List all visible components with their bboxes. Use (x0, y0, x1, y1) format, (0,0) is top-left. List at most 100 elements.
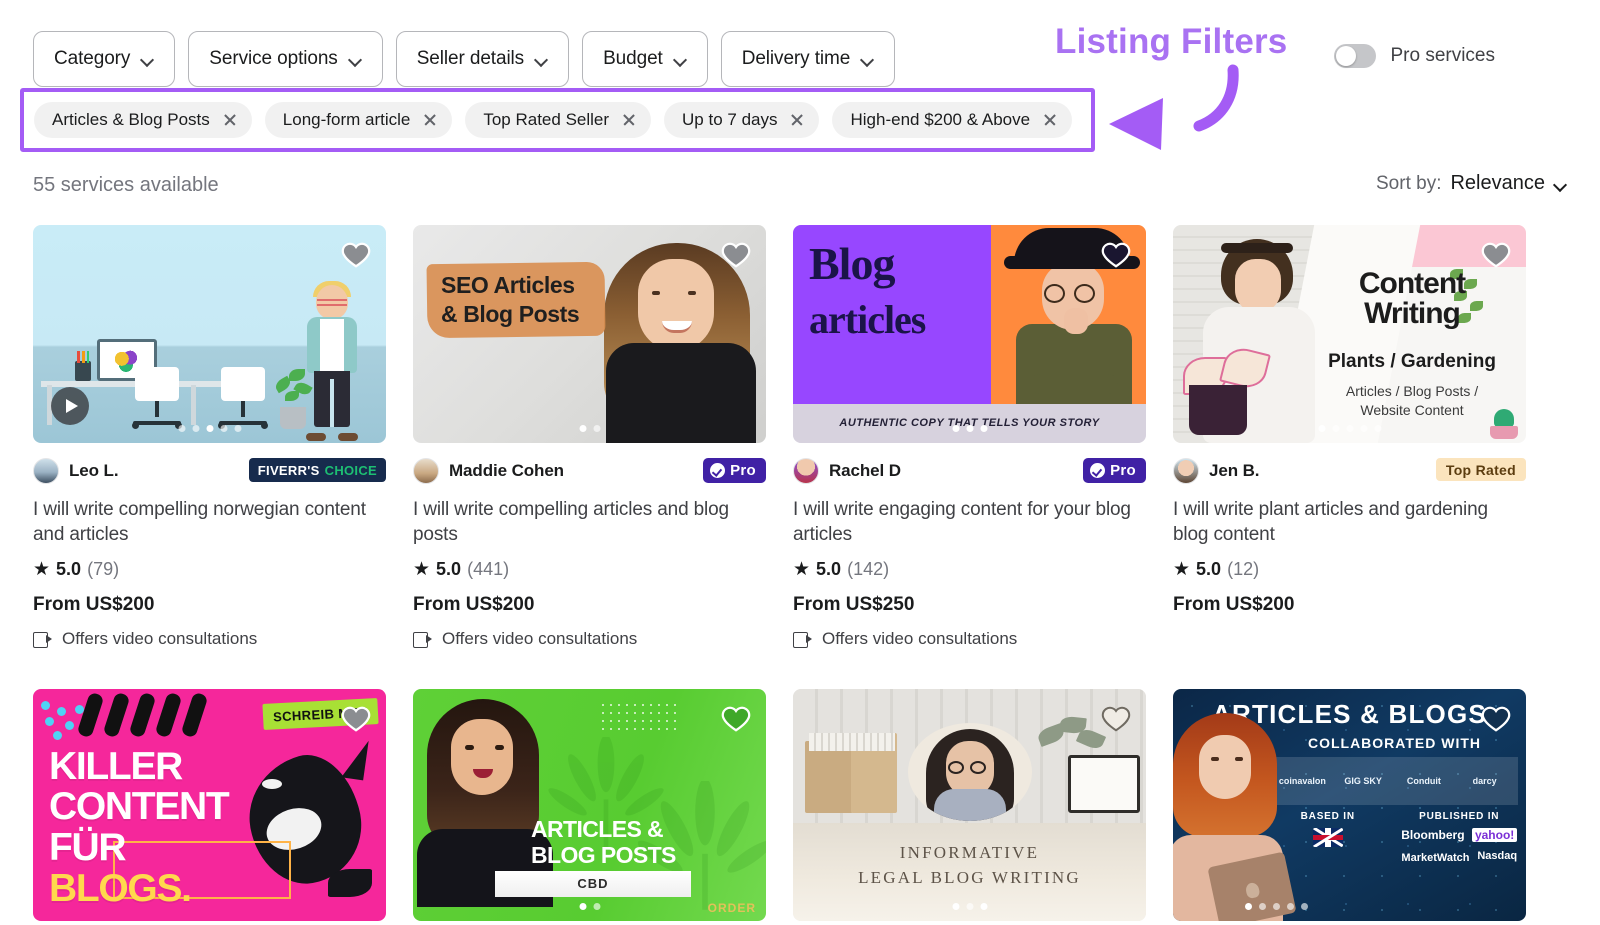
services-grid: Leo L. FIVERR'S CHOICE I will write comp… (33, 225, 1567, 921)
service-thumbnail[interactable]: SCHREIB MIR! KILLER CONTENT FÜR BLOGS. (33, 688, 386, 921)
favorite-heart-icon[interactable] (721, 240, 751, 270)
favorite-heart-icon[interactable] (341, 240, 371, 270)
thumbnail-subtitle: COLLABORATED WITH (1307, 734, 1482, 751)
thumbnail-headline-line3: FÜR BLOGS. (49, 826, 192, 910)
star-icon: ★ (1173, 558, 1191, 580)
favorite-heart-icon[interactable] (1101, 704, 1131, 734)
thumbnail-details: Articles / Blog Posts / Website Content (1314, 382, 1510, 420)
chevron-down-icon (861, 55, 874, 63)
chip-label: Articles & Blog Posts (52, 110, 210, 129)
service-card[interactable]: INFORMATIVE LEGAL BLOG WRITING (793, 688, 1146, 921)
published-in-label: PUBLISHED IN (1419, 810, 1500, 822)
favorite-heart-icon[interactable] (721, 704, 751, 734)
chair-illustration (129, 367, 185, 429)
service-thumbnail[interactable]: ARTICLES & BLOG POSTS CBD ORDER (413, 688, 766, 921)
sort-by-dropdown[interactable]: Sort by: Relevance (1376, 172, 1567, 195)
carousel-dots[interactable] (178, 425, 241, 432)
seller-row: Leo L. FIVERR'S CHOICE (33, 457, 386, 485)
seller-name[interactable]: Maddie Cohen (449, 461, 564, 481)
thumbnail-headline-line2: Writing (1364, 297, 1461, 330)
carousel-dots[interactable] (579, 902, 600, 910)
favorite-heart-icon[interactable] (1481, 240, 1511, 270)
monitor-illustration (1068, 754, 1140, 813)
seller-row: Rachel D Pro (793, 457, 1146, 485)
avatar[interactable] (33, 458, 59, 484)
star-icon: ★ (793, 558, 811, 580)
service-card[interactable]: Blog articles AUTHENTIC COPY THAT TELLS … (793, 225, 1146, 649)
service-title[interactable]: I will write engaging content for your b… (793, 497, 1146, 548)
close-icon[interactable] (790, 113, 804, 127)
thumbnail-headline-line1: Blog (809, 238, 895, 289)
service-card[interactable]: SCHREIB MIR! KILLER CONTENT FÜR BLOGS. (33, 688, 386, 921)
close-icon[interactable] (423, 113, 437, 127)
service-thumbnail[interactable]: SEO Articles & Blog Posts (413, 225, 766, 443)
carousel-dots[interactable] (1318, 425, 1381, 432)
filter-chip-up-to-7-days[interactable]: Up to 7 days (664, 102, 820, 138)
service-thumbnail[interactable]: Blog articles AUTHENTIC COPY THAT TELLS … (793, 225, 1146, 443)
close-icon[interactable] (622, 113, 636, 127)
thumbnail-text-block: Content Writing Plants / Gardening Artic… (1314, 269, 1510, 420)
favorite-heart-icon[interactable] (1481, 704, 1511, 734)
carousel-dots[interactable] (579, 425, 600, 432)
filter-button-service-options[interactable]: Service options (188, 31, 383, 87)
close-icon[interactable] (1043, 113, 1057, 127)
logo-label: GIG SKY (1344, 775, 1382, 786)
service-card[interactable]: ARTICLES & BLOGS COLLABORATED WITH coina… (1173, 688, 1526, 921)
collaborator-logos: coinavalon GIG SKY Conduit darcy (1269, 756, 1518, 805)
publisher-logo: yahoo! (1471, 827, 1518, 842)
seller-name[interactable]: Jen B. (1209, 461, 1260, 481)
favorite-heart-icon[interactable] (1101, 240, 1131, 270)
avatar[interactable] (413, 458, 439, 484)
cactus-illustration (1490, 409, 1518, 439)
carousel-dots[interactable] (1245, 902, 1308, 910)
pro-services-toggle-group[interactable]: Pro services (1334, 44, 1495, 68)
service-title[interactable]: I will write compelling articles and blo… (413, 497, 766, 548)
seller-name[interactable]: Rachel D (829, 461, 901, 481)
publisher-logo: Bloomberg (1401, 827, 1465, 842)
play-video-button[interactable] (51, 387, 89, 425)
thumbnail-details-line1: Articles / Blog Posts / (1345, 383, 1479, 399)
carousel-dots[interactable] (952, 902, 987, 910)
service-thumbnail[interactable] (33, 225, 386, 443)
service-title[interactable]: I will write compelling norwegian conten… (33, 497, 386, 548)
avatar[interactable] (1173, 458, 1199, 484)
thumbnail-headline: ARTICLES & BLOG POSTS (531, 816, 731, 869)
seller-name[interactable]: Leo L. (69, 461, 119, 481)
carousel-dots[interactable] (952, 425, 987, 432)
papers-illustration (809, 732, 895, 751)
filter-button-label: Seller details (416, 48, 525, 69)
seller-row: Jen B. Top Rated (1173, 457, 1526, 485)
service-title[interactable]: I will write plant articles and gardenin… (1173, 497, 1526, 548)
toggle-knob (1336, 46, 1357, 66)
status-badge: FIVERR'S CHOICE (248, 458, 386, 482)
published-in-column: PUBLISHED IN Bloomberg yahoo! MarketWatc… (1401, 811, 1519, 864)
close-icon[interactable] (223, 113, 237, 127)
service-thumbnail[interactable]: ARTICLES & BLOGS COLLABORATED WITH coina… (1173, 688, 1526, 921)
service-card[interactable]: Leo L. FIVERR'S CHOICE I will write comp… (33, 225, 386, 649)
avatar[interactable] (793, 458, 819, 484)
filter-chip-high-end-200-and-above[interactable]: High-end $200 & Above (832, 102, 1073, 138)
service-thumbnail[interactable]: INFORMATIVE LEGAL BLOG WRITING (793, 688, 1146, 921)
service-card[interactable]: SEO Articles & Blog Posts Maddie Cohen P… (413, 225, 766, 649)
service-thumbnail[interactable]: Content Writing Plants / Gardening Artic… (1173, 225, 1526, 443)
filter-chip-top-rated-seller[interactable]: Top Rated Seller (465, 102, 652, 138)
thumbnail-headline-line1: Content (1358, 267, 1466, 300)
filter-button-budget[interactable]: Budget (582, 31, 708, 87)
pro-services-toggle[interactable] (1334, 44, 1377, 68)
filter-chip-articles-blog-posts[interactable]: Articles & Blog Posts (34, 102, 252, 138)
service-card[interactable]: Content Writing Plants / Gardening Artic… (1173, 225, 1526, 649)
annotation-arrow-icon (1095, 62, 1245, 162)
filter-button-seller-details[interactable]: Seller details (395, 31, 570, 87)
service-card[interactable]: ARTICLES & BLOG POSTS CBD ORDER (413, 688, 766, 921)
thumbnail-headline-line2: articles (809, 296, 926, 342)
filter-button-category[interactable]: Category (33, 31, 176, 87)
star-icon: ★ (33, 558, 51, 580)
thumbnail-headline-line2: LEGAL BLOG WRITING (858, 868, 1081, 888)
filter-button-delivery-time[interactable]: Delivery time (720, 31, 896, 87)
filter-button-label: Service options (209, 48, 338, 69)
person-photo-illustration (1183, 239, 1323, 443)
annotation-title: Listing Filters (1055, 22, 1288, 61)
favorite-heart-icon[interactable] (341, 704, 371, 734)
thumbnail-headline: KILLER CONTENT FÜR BLOGS. (49, 746, 259, 910)
filter-chip-long-form-article[interactable]: Long-form article (264, 102, 453, 138)
